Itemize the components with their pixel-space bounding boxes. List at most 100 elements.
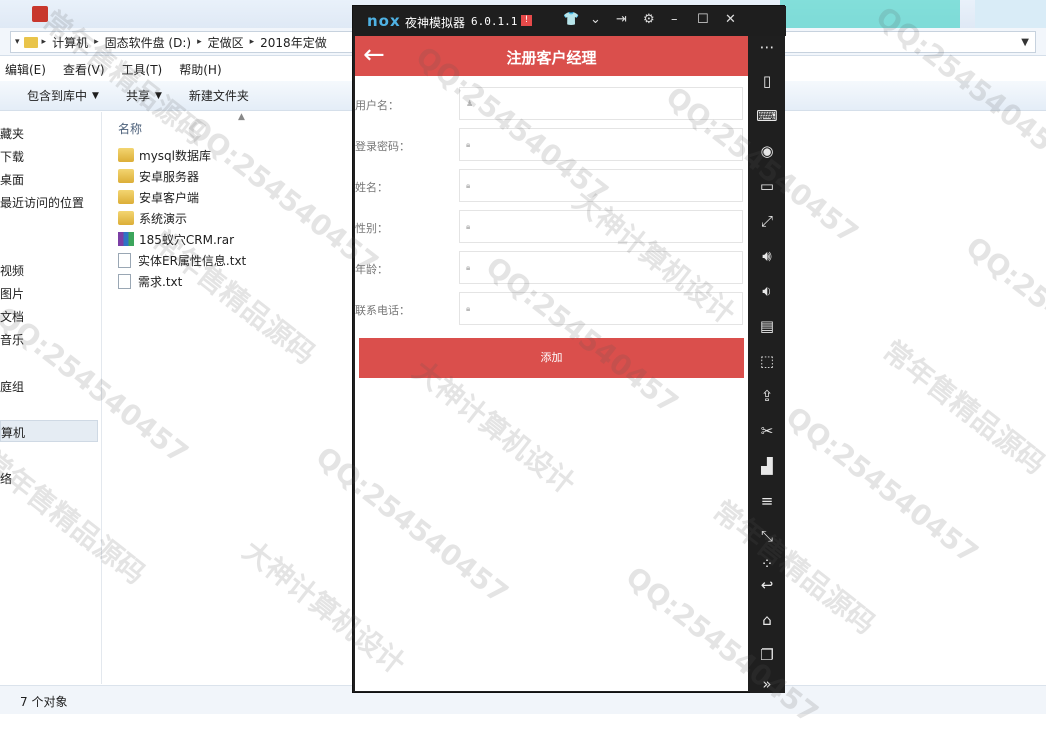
file-name: 需求.txt <box>138 274 183 289</box>
scissors-icon[interactable]: ✂ <box>756 420 778 442</box>
menu-tools[interactable]: 工具(T) <box>122 61 163 78</box>
list-item[interactable]: 需求.txt <box>118 271 182 291</box>
password-input[interactable]: 🔒︎ <box>459 128 743 161</box>
screenshot-icon[interactable]: ⬚ <box>756 350 778 372</box>
file-name: mysql数据库 <box>139 148 211 163</box>
name-input[interactable]: 🔒︎ <box>459 169 743 202</box>
nav-item-pictures[interactable]: 图片 <box>0 285 24 302</box>
form-row: 登录密码： 🔒︎ <box>355 128 748 161</box>
fullscreen-icon[interactable]: ⤢ <box>756 210 778 232</box>
chevron-down-icon[interactable]: ⌄ <box>590 12 601 27</box>
nav-item-downloads[interactable]: 下载 <box>0 148 24 165</box>
screen-icon[interactable]: ▭ <box>756 175 778 197</box>
nav-item-network[interactable]: 络 <box>0 470 12 487</box>
add-button[interactable]: 添加 <box>359 338 744 378</box>
emulator-titlebar[interactable]: nox 夜神模拟器 6.0.1.1 ! 👕 ⌄ ⇥ ⚙ – ☐ ✕ <box>353 6 786 36</box>
list-item[interactable]: mysql数据库 <box>118 145 211 165</box>
text-file-icon <box>118 252 131 268</box>
breadcrumb-folder[interactable]: 定做区 <box>208 34 244 51</box>
shirt-icon[interactable]: 👕 <box>563 12 579 27</box>
nav-item-recent[interactable]: 最近访问的位置 <box>0 194 84 211</box>
menu-edit[interactable]: 编辑(E) <box>5 61 46 78</box>
minimize-icon[interactable]: – <box>671 12 678 27</box>
more-icon[interactable]: ⋯ <box>756 36 778 58</box>
menu-icon[interactable]: ≡ <box>756 490 778 512</box>
chevron-down-icon[interactable]: ▼ <box>92 91 99 101</box>
file-name: 185蚁穴CRM.rar <box>139 232 235 247</box>
nav-item-favorites[interactable]: 藏夹 <box>0 125 24 142</box>
file-name: 实体ER属性信息.txt <box>138 253 247 268</box>
alert-icon[interactable]: ! <box>521 15 532 26</box>
gender-input[interactable]: 🔒︎ <box>459 210 743 243</box>
address-dropdown-icon[interactable]: ▼ <box>1021 37 1029 48</box>
list-item[interactable]: 实体ER属性信息.txt <box>118 250 246 270</box>
chevron-right-icon[interactable]: ▸ <box>197 37 202 47</box>
emulator-version: 6.0.1.1 <box>471 15 518 28</box>
chevron-down-icon[interactable]: ▼ <box>155 91 162 101</box>
resize-icon[interactable]: ⤡ <box>756 525 778 547</box>
breadcrumb-computer[interactable]: 计算机 <box>52 34 88 51</box>
nav-item-computer: 算机 <box>1 426 26 440</box>
list-item[interactable]: 185蚁穴CRM.rar <box>118 229 234 249</box>
lock-icon: 🔒︎ <box>466 222 471 231</box>
expand-icon[interactable]: » <box>756 673 778 695</box>
multi-instance-icon[interactable]: ▟ <box>756 455 778 477</box>
include-library-button[interactable]: 包含到库中 <box>27 87 87 104</box>
nav-item-music[interactable]: 音乐 <box>0 331 24 348</box>
menu-view[interactable]: 查看(V) <box>63 61 105 78</box>
breadcrumb-subfolder[interactable]: 2018年定做 <box>260 34 327 51</box>
age-input[interactable]: 🔒︎ <box>459 251 743 284</box>
back-icon[interactable]: ↩ <box>756 574 778 596</box>
chevron-right-icon[interactable]: ▸ <box>42 37 47 47</box>
column-header-name[interactable]: 名称 <box>118 120 142 137</box>
chevron-right-icon[interactable]: ▸ <box>94 37 99 47</box>
lock-icon: 🔒︎ <box>466 181 471 190</box>
file-name: 安卓服务器 <box>139 169 200 184</box>
shake-icon[interactable]: ▯ <box>756 70 778 92</box>
field-label: 年龄： <box>355 263 388 276</box>
form-row: 用户名： ♟ <box>355 87 748 120</box>
maximize-icon[interactable]: ☐ <box>697 12 709 27</box>
location-icon[interactable]: ◉ <box>756 140 778 162</box>
field-label: 用户名： <box>355 99 399 112</box>
form-row: 性别： 🔒︎ <box>355 210 748 243</box>
list-item[interactable]: 安卓服务器 <box>118 166 199 186</box>
apk-icon[interactable]: ⇪ <box>756 385 778 407</box>
home-icon[interactable]: ⌂ <box>756 609 778 631</box>
toolbox-icon[interactable]: ▤ <box>756 315 778 337</box>
file-name: 安卓客户端 <box>139 190 200 205</box>
username-input[interactable]: ♟ <box>459 87 743 120</box>
close-icon[interactable]: ✕ <box>725 12 736 27</box>
field-label: 姓名： <box>355 181 388 194</box>
chevron-down-icon[interactable]: ▾ <box>15 37 20 47</box>
new-folder-button[interactable]: 新建文件夹 <box>189 87 249 104</box>
nav-item-homegroup[interactable]: 庭组 <box>0 378 24 395</box>
field-label: 性别： <box>355 222 388 235</box>
keyboard-icon[interactable]: ⌨ <box>756 105 778 127</box>
folder-icon <box>118 211 134 225</box>
menu-help[interactable]: 帮助(H) <box>179 61 221 78</box>
folder-icon <box>118 169 134 183</box>
share-button[interactable]: 共享 <box>126 87 150 104</box>
pin-icon[interactable]: ⇥ <box>616 12 627 27</box>
phone-input[interactable]: 🔒︎ <box>459 292 743 325</box>
list-item[interactable]: 系统演示 <box>118 208 187 228</box>
nox-logo: nox <box>367 12 401 30</box>
nav-item-videos[interactable]: 视频 <box>0 262 24 279</box>
list-item[interactable]: 安卓客户端 <box>118 187 199 207</box>
volume-up-icon[interactable]: 🔊︎ <box>756 245 778 267</box>
form-row: 联系电话： 🔒︎ <box>355 292 748 325</box>
nav-item-documents[interactable]: 文档 <box>0 308 24 325</box>
lock-icon: 🔒︎ <box>466 140 471 149</box>
lock-icon: 🔒︎ <box>466 304 471 313</box>
volume-down-icon[interactable]: 🔉︎ <box>756 280 778 302</box>
nav-item-desktop[interactable]: 桌面 <box>0 171 24 188</box>
chevron-right-icon[interactable]: ▸ <box>250 37 255 47</box>
gear-icon[interactable]: ⚙ <box>643 12 655 27</box>
archive-icon <box>118 232 134 246</box>
navigation-pane: 藏夹 下载 桌面 最近访问的位置 视频 图片 文档 音乐 庭组 算机 络 <box>0 112 102 684</box>
recents-icon[interactable]: ❐ <box>756 644 778 666</box>
nav-item-computer-selected[interactable]: 算机 <box>0 420 98 442</box>
breadcrumb-drive[interactable]: 固态软件盘 (D:) <box>105 34 191 51</box>
loading-icon: ⁘ <box>760 555 774 573</box>
